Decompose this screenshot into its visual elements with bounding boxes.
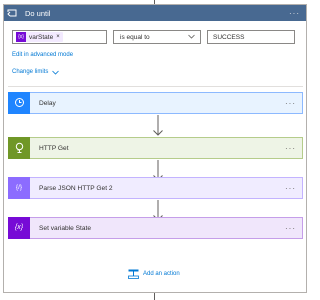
add-action-label: Add an action	[143, 271, 180, 277]
add-action-button[interactable]: Add an action	[128, 269, 180, 279]
braces-icon: {/}	[8, 176, 30, 199]
flow-connector-bottom	[154, 293, 155, 300]
varstate-token[interactable]: {x} varState ×	[16, 32, 63, 42]
do-until-title: Do until	[25, 8, 51, 18]
globe-icon	[8, 136, 30, 159]
flow-arrow	[153, 115, 163, 136]
condition-left-field[interactable]: {x} varState ×	[12, 30, 107, 44]
delay-action-title: Delay	[39, 99, 56, 107]
variable-icon: {x}	[16, 32, 26, 42]
change-limits-label: Change limits	[12, 69, 49, 75]
token-label: varState	[29, 33, 54, 41]
condition-row: {x} varState × is equal to SUCCESS	[12, 30, 295, 44]
operator-dropdown[interactable]: is equal to	[113, 30, 201, 44]
http-get-action-menu-button[interactable]: ···	[285, 144, 296, 153]
chevron-down-icon	[188, 34, 195, 41]
loop-icon	[4, 5, 20, 21]
parse-json-action-menu-button[interactable]: ···	[285, 184, 296, 193]
add-action-icon	[128, 269, 139, 279]
clock-icon	[8, 91, 30, 114]
do-until-menu-button[interactable]: ···	[289, 9, 300, 18]
chevron-down-icon	[52, 70, 60, 75]
do-until-container: Do until ··· {x} varState × is equal to …	[3, 4, 307, 293]
delay-action-card[interactable]: Delay ···	[8, 91, 303, 114]
set-variable-action-title: Set variable State	[39, 224, 92, 232]
delay-action-menu-button[interactable]: ···	[285, 99, 296, 108]
condition-value: SUCCESS	[213, 33, 245, 41]
edit-advanced-mode-link[interactable]: Edit in advanced mode	[12, 52, 73, 58]
variable-icon: {x}	[8, 216, 30, 239]
do-until-header[interactable]: Do until ···	[4, 5, 306, 21]
http-get-action-title: HTTP Get	[39, 144, 69, 152]
set-variable-action-card[interactable]: {x} Set variable State ···	[8, 216, 303, 239]
parse-json-action-title: Parse JSON HTTP Get 2	[39, 184, 113, 192]
divider	[8, 86, 303, 87]
operator-value: is equal to	[120, 33, 150, 41]
parse-json-action-card[interactable]: {/} Parse JSON HTTP Get 2 ···	[8, 176, 303, 199]
condition-value-input[interactable]: SUCCESS	[207, 30, 295, 44]
change-limits-link[interactable]: Change limits	[12, 69, 60, 75]
http-get-action-card[interactable]: HTTP Get ···	[8, 136, 303, 159]
token-remove-button[interactable]: ×	[56, 34, 60, 40]
set-variable-action-menu-button[interactable]: ···	[285, 224, 296, 233]
